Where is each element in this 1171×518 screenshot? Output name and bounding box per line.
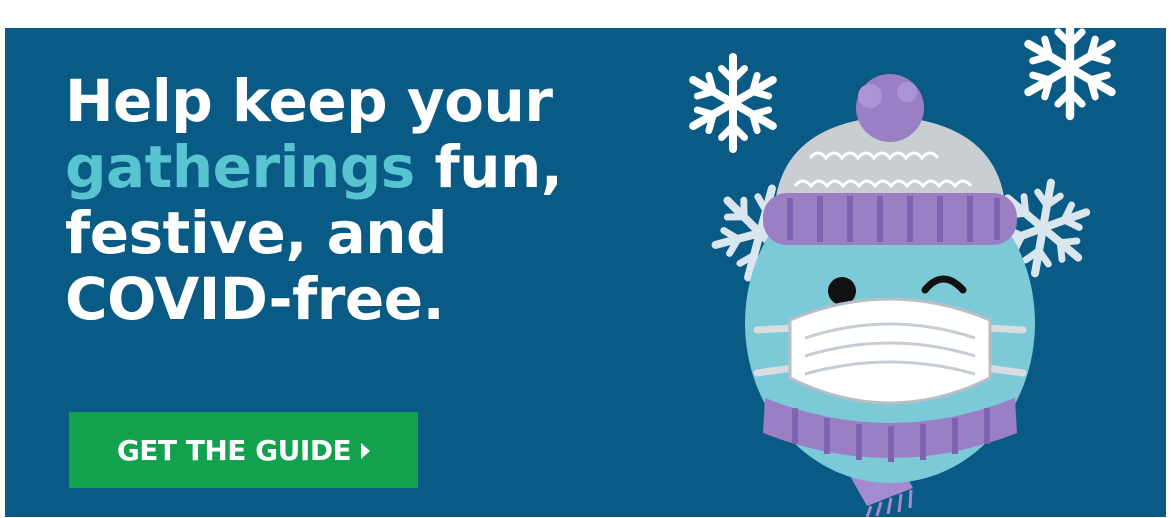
headline-line-2-rest: fun,	[414, 133, 563, 201]
headline-accent-word: gatherings	[65, 133, 415, 201]
page: Help keep your gatherings fun, festive, …	[0, 0, 1171, 518]
winter-hat	[763, 74, 1017, 245]
caret-right-icon	[361, 443, 371, 459]
banner-headline: Help keep your gatherings fun, festive, …	[65, 68, 625, 332]
snowflake-icon	[693, 57, 773, 149]
masked-emoji-illustration	[645, 28, 1166, 517]
covid-holiday-banner[interactable]: Help keep your gatherings fun, festive, …	[5, 28, 1166, 517]
snowflake-icon	[1028, 28, 1111, 116]
cropped-top-heading-strip	[0, 0, 1171, 26]
get-the-guide-button[interactable]: GET THE GUIDE	[69, 412, 418, 488]
get-the-guide-label: GET THE GUIDE	[116, 433, 352, 467]
headline-line-3: festive, and	[65, 199, 448, 267]
headline-line-2: gatherings fun,	[65, 134, 625, 200]
headline-line-1: Help keep your	[65, 67, 553, 135]
headline-line-4: COVID-free.	[65, 265, 445, 333]
